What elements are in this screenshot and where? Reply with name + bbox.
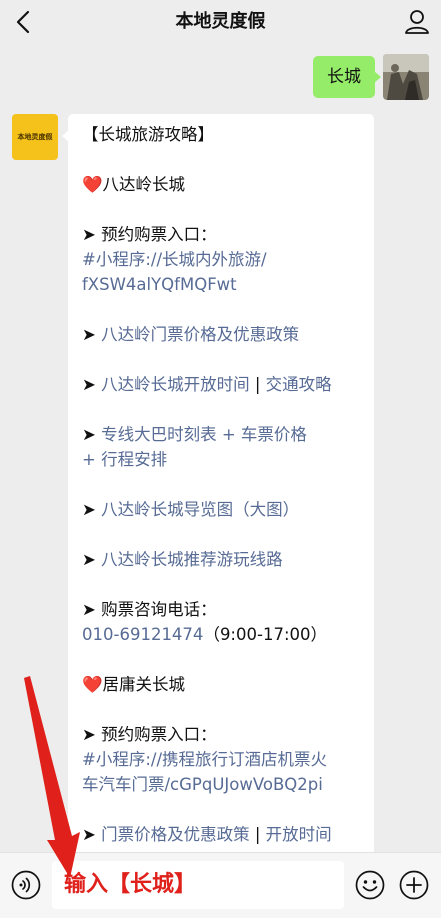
arrow-icon: ➤ <box>82 600 96 619</box>
arrow-icon: ➤ <box>82 825 96 844</box>
list-item: ➤ 八达岭门票价格及优惠政策 <box>82 322 362 347</box>
arrow-icon: ➤ <box>82 500 96 519</box>
opening-hours-link[interactable]: 八达岭长城开放时间 <box>101 375 250 394</box>
section-heading-juyongguan: ❤️居庸关长城 <box>82 675 186 694</box>
more-button[interactable] <box>398 869 430 901</box>
arrow-icon: ➤ <box>82 325 96 344</box>
traffic-guide-link[interactable]: 交通攻略 <box>266 375 332 394</box>
arrow-icon: ➤ <box>82 225 96 244</box>
list-item: ➤ 八达岭长城开放时间 | 交通攻略 <box>82 375 332 394</box>
booking-link[interactable]: #小程序://携程旅行订酒店机票火 <box>82 747 362 772</box>
heart-icon: ❤️ <box>82 175 103 194</box>
page-title: 本地灵度假 <box>175 11 266 32</box>
phone-hours: （9:00-17:00） <box>203 625 327 644</box>
bot-message-bubble[interactable]: 【长城旅游攻略】 ❤️八达岭长城 ➤ 预约购票入口： #小程序://长城内外旅游… <box>62 114 374 852</box>
booking-link-cont[interactable]: 车汽车门票/cGPqUJowVoBQ2pi <box>82 772 362 797</box>
guide-map-link[interactable]: 八达岭长城导览图（大图） <box>101 500 299 519</box>
message-title: 【长城旅游攻略】 <box>82 125 214 144</box>
booking-label: ➤ 预约购票入口： <box>82 725 217 744</box>
booking-link-cont[interactable]: fXSW4alYQfMQFwt <box>82 272 362 297</box>
phone-line: 010-69121474（9:00-17:00） <box>82 622 362 647</box>
phone-label: ➤ 购票咨询电话： <box>82 600 217 619</box>
booking-link[interactable]: #小程序://长城内外旅游/ <box>82 247 362 272</box>
emoji-button[interactable] <box>354 869 386 901</box>
chat-area[interactable]: 长城 本地灵度假 【长城旅游攻略】 ❤️八达岭长城 ➤ 预约购票入口： #小程序… <box>0 44 441 852</box>
heart-icon: ❤️ <box>82 675 103 694</box>
message-input-text: 输入【长城】 <box>64 872 197 897</box>
list-item: ➤ 八达岭长城推荐游玩线路 <box>82 547 362 572</box>
user-message-bubble[interactable]: 长城 <box>313 56 381 98</box>
bus-schedule-link-cont[interactable]: + 行程安排 <box>82 447 362 472</box>
voice-button[interactable] <box>10 869 42 901</box>
bot-avatar[interactable]: 本地灵度假 <box>12 114 58 160</box>
booking-label: ➤ 预约购票入口： <box>82 225 217 244</box>
arrow-icon: ➤ <box>82 375 96 394</box>
route-link[interactable]: 八达岭长城推荐游玩线路 <box>101 550 283 569</box>
list-item: ➤ 门票价格及优惠政策 | 开放时间 <box>82 825 332 844</box>
arrow-icon: ➤ <box>82 425 96 444</box>
opening-hours-link[interactable]: 开放时间 <box>266 825 332 844</box>
message-input[interactable]: 输入【长城】 <box>52 861 344 909</box>
top-bar: 本地灵度假 <box>0 0 441 44</box>
voice-icon <box>11 870 41 900</box>
emoji-icon <box>355 870 385 900</box>
phone-number-link[interactable]: 010-69121474 <box>82 625 203 644</box>
user-avatar[interactable] <box>383 54 429 100</box>
input-bar: 输入【长城】 <box>0 852 441 918</box>
price-policy-link[interactable]: 八达岭门票价格及优惠政策 <box>101 325 299 344</box>
section-heading-badaling: ❤️八达岭长城 <box>82 175 186 194</box>
profile-button[interactable] <box>401 6 433 38</box>
user-avatar-image <box>383 54 429 100</box>
list-item: ➤ 八达岭长城导览图（大图） <box>82 497 362 522</box>
list-item: ➤ 专线大巴时刻表 + 车票价格 <box>82 422 362 447</box>
arrow-icon: ➤ <box>82 725 96 744</box>
plus-icon <box>399 870 429 900</box>
bus-schedule-link[interactable]: 专线大巴时刻表 + 车票价格 <box>101 425 307 444</box>
price-policy-link[interactable]: 门票价格及优惠政策 <box>101 825 250 844</box>
person-icon <box>405 10 429 34</box>
arrow-icon: ➤ <box>82 550 96 569</box>
bot-avatar-text: 本地灵度假 <box>17 133 53 141</box>
